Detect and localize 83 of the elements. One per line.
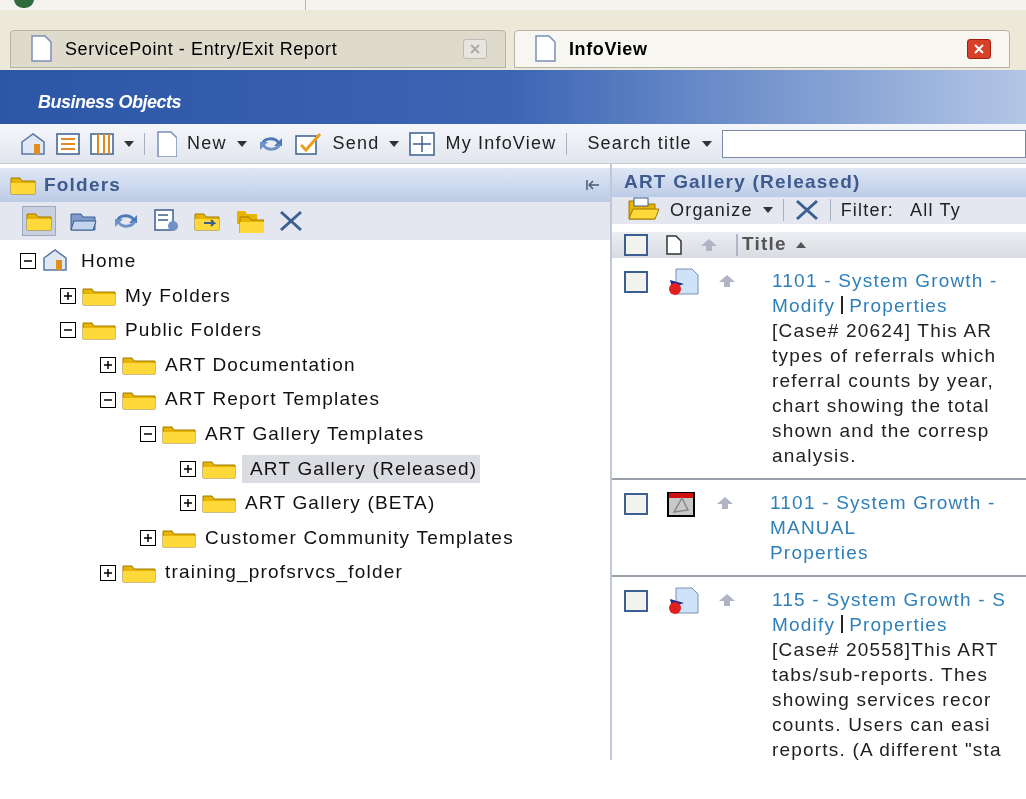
grid-icon[interactable]	[409, 131, 436, 156]
page-icon	[29, 35, 53, 63]
filter-label: Filter:	[840, 198, 895, 222]
action-link[interactable]: Properties	[849, 611, 948, 637]
folder-icon	[162, 423, 196, 446]
tree-item[interactable]: Customer Community Templates	[202, 523, 517, 553]
search-type-button[interactable]: Search title	[587, 130, 692, 157]
column-title[interactable]: Title	[742, 230, 787, 259]
home-icon[interactable]	[20, 131, 46, 156]
expand-box-icon[interactable]	[140, 530, 156, 547]
checkbox[interactable]	[624, 589, 648, 612]
logo: Business Objects	[38, 90, 182, 114]
send-icon[interactable]	[294, 130, 323, 157]
send-button[interactable]: Send	[332, 130, 380, 157]
action-link[interactable]: Properties	[849, 292, 948, 318]
panel-title: Folders	[44, 172, 122, 197]
collapse-icon[interactable]	[586, 179, 600, 191]
collapse-box-icon[interactable]	[20, 253, 36, 270]
checkbox[interactable]	[624, 270, 648, 293]
tree-item[interactable]: ART Gallery (BETA)	[242, 489, 439, 518]
folder-icon	[10, 174, 36, 196]
document-icon	[666, 234, 682, 255]
tree-item[interactable]: ART Gallery (Released)	[242, 454, 481, 484]
report-icon	[666, 586, 700, 615]
caret-icon[interactable]	[701, 140, 712, 147]
tree-item[interactable]: training_profsrvcs_folder	[162, 558, 407, 587]
delete-icon[interactable]	[278, 209, 304, 233]
close-icon	[974, 44, 984, 54]
close-icon	[470, 44, 480, 54]
checkbox[interactable]	[624, 233, 648, 256]
expand-box-icon[interactable]	[100, 564, 116, 581]
tree-item[interactable]: My Folders	[122, 281, 234, 311]
folder-icon	[202, 492, 236, 515]
action-link[interactable]: Modify	[772, 292, 836, 318]
collapse-box-icon[interactable]	[100, 391, 116, 408]
close-button[interactable]	[967, 39, 991, 59]
page-icon	[533, 35, 557, 63]
document-title-link[interactable]: MANUAL	[770, 514, 857, 540]
caret-icon[interactable]	[124, 140, 134, 147]
caret-icon[interactable]	[762, 207, 773, 213]
document-title-link[interactable]: 115 - System Growth - S	[772, 586, 1007, 612]
document-description: [Case# 20624] This AR types of referrals which referral counts by year, chart showing the total shown and the corresp analysis.	[772, 318, 998, 468]
browser-tab[interactable]: InfoView	[514, 30, 1010, 68]
move-folder-icon[interactable]	[194, 210, 222, 232]
report-icon	[666, 267, 700, 296]
expand-box-icon[interactable]	[180, 460, 196, 477]
open-folder-icon[interactable]	[628, 197, 660, 223]
delete-icon[interactable]	[793, 198, 820, 222]
organize-button[interactable]: Organize	[670, 196, 753, 224]
document-description: [Case# 20558]This ART tabs/sub-reports. Thes showing services recor counts. Users can easi reports. (A different "sta	[772, 637, 1003, 760]
tree-item[interactable]: ART Gallery Templates	[202, 420, 428, 449]
expand-box-icon[interactable]	[180, 495, 196, 512]
sort-ascending-icon[interactable]	[794, 240, 807, 249]
pdf-icon	[666, 489, 698, 518]
document-title-link[interactable]: 1101 - System Growth -	[772, 267, 998, 293]
document-title-link[interactable]: 1101 - System Growth -	[770, 489, 996, 515]
properties-icon[interactable]	[154, 209, 180, 233]
checkbox[interactable]	[624, 492, 648, 515]
collapse-box-icon[interactable]	[140, 426, 156, 443]
action-link[interactable]: Modify	[772, 611, 836, 637]
tree-item[interactable]: Home	[78, 247, 140, 276]
expand-box-icon[interactable]	[60, 287, 76, 304]
caret-icon[interactable]	[236, 140, 247, 147]
action-link[interactable]: Properties	[770, 539, 869, 565]
open-folder-icon[interactable]	[70, 210, 98, 232]
panel-title: ART Gallery (Released)	[624, 170, 861, 194]
folder-icon	[82, 319, 116, 342]
filter-dropdown[interactable]: All Ty	[910, 196, 961, 224]
collapse-box-icon[interactable]	[60, 322, 76, 339]
tree-item[interactable]: Public Folders	[122, 316, 266, 345]
list-view-icon[interactable]	[56, 132, 80, 155]
folder-icon	[122, 354, 156, 377]
search-field[interactable]	[721, 129, 1026, 158]
details-view-icon[interactable]	[90, 132, 114, 155]
tree-item[interactable]: ART Report Templates	[162, 385, 384, 414]
tree-item[interactable]: ART Documentation	[162, 350, 359, 380]
my-infoview-button[interactable]: My InfoView	[445, 130, 557, 157]
expand-box-icon[interactable]	[100, 357, 116, 374]
folder-icon	[162, 527, 196, 550]
arrow-up-icon	[700, 237, 718, 252]
new-button[interactable]: New	[187, 130, 227, 157]
caret-icon[interactable]	[389, 140, 400, 147]
browser-tab[interactable]: ServicePoint - Entry/Exit Report	[10, 30, 506, 68]
